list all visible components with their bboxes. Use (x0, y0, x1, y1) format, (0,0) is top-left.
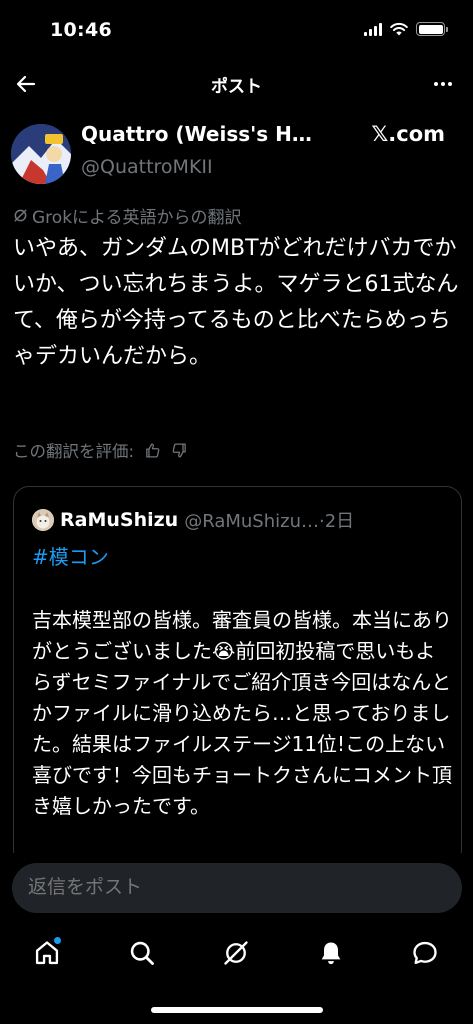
quoted-author-name: RaMuShizu (60, 509, 179, 531)
grok-icon (224, 941, 248, 965)
page-title: ポスト (211, 77, 262, 97)
avatar-illustration (11, 124, 71, 184)
cellular-signal-icon (364, 22, 382, 36)
tab-search[interactable] (122, 933, 162, 973)
tab-grok[interactable] (216, 933, 256, 973)
thumbs-up-icon[interactable] (144, 442, 161, 459)
tab-notifications[interactable] (311, 933, 351, 973)
notification-dot (54, 937, 61, 944)
status-bar: 10:46 (0, 0, 473, 62)
chat-bubble-icon (413, 941, 437, 965)
source-label: 𝕏.com (371, 122, 445, 146)
wifi-icon (390, 22, 408, 36)
home-indicator (151, 1007, 323, 1013)
search-icon (130, 941, 154, 965)
quoted-post[interactable]: RaMuShizu @RaMuShizu…·2日 #模コン 吉本模型部の皆様。審… (13, 486, 462, 866)
quoted-author-avatar (32, 509, 54, 531)
more-dots-icon (434, 82, 452, 86)
translation-note-text: Grokによる英語からの翻訳 (32, 208, 242, 228)
status-time: 10:46 (50, 19, 112, 41)
quoted-post-text: 吉本模型部の皆様。審査員の皆様。本当にありがとうございました😭前回初投稿で思いも… (32, 608, 452, 818)
thumbs-down-icon[interactable] (171, 442, 188, 459)
battery-icon (416, 22, 448, 36)
post-text: いやあ、ガンダムのMBTがどれだけバカでかいか、つい忘れちまうよ。マゲラと61式… (13, 236, 459, 369)
rate-translation-label: この翻訳を評価: (13, 442, 135, 461)
author-name[interactable]: Quattro (Weiss's H… (81, 122, 312, 146)
tab-messages[interactable] (405, 933, 445, 973)
author-handle[interactable]: @QuattroMKII (81, 156, 213, 178)
quoted-hashtag-link[interactable]: #模コン (32, 541, 109, 570)
tab-home[interactable] (27, 933, 67, 973)
quoted-post-header: RaMuShizu @RaMuShizu…·2日 (32, 507, 354, 533)
bell-icon (321, 942, 341, 965)
reply-bar (0, 853, 473, 923)
quoted-author-meta: @RaMuShizu…·2日 (184, 511, 355, 532)
top-nav: ポスト (0, 62, 473, 106)
translation-note: Grokによる英語からの翻訳 (13, 203, 242, 228)
status-icons (364, 22, 448, 36)
rate-translation: この翻訳を評価: (13, 438, 188, 462)
author-avatar[interactable] (11, 124, 71, 184)
more-options-button[interactable] (427, 68, 459, 100)
reply-input[interactable] (12, 863, 462, 913)
grok-icon (14, 209, 27, 222)
